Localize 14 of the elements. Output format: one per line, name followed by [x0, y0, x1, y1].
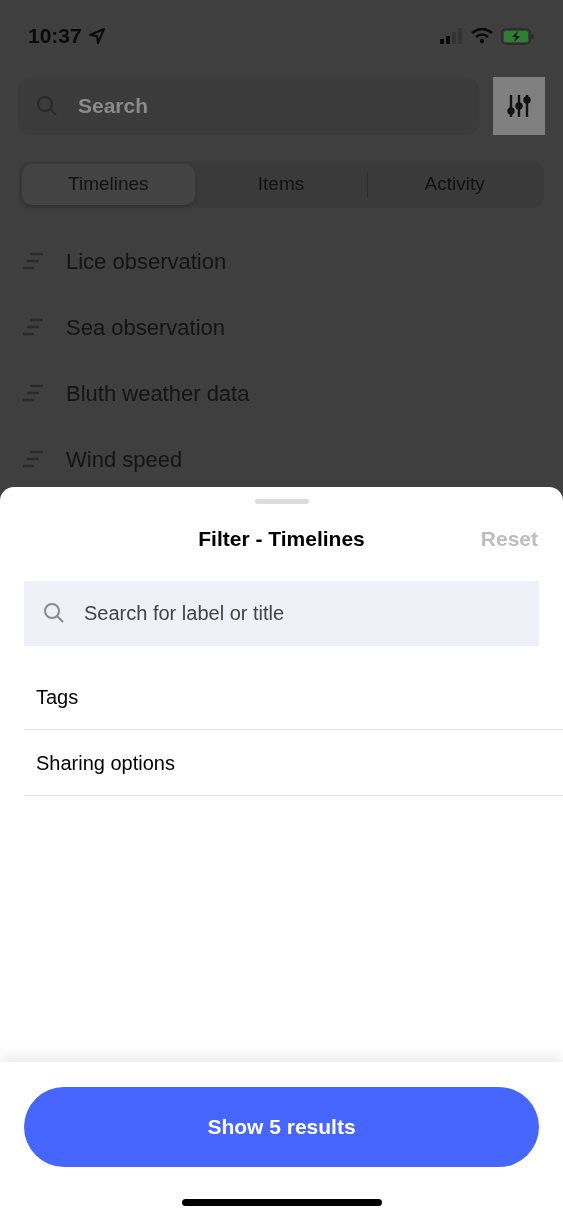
wifi-icon [471, 28, 493, 44]
sliders-icon [506, 93, 532, 119]
filter-option[interactable]: Sharing options [36, 747, 175, 778]
sheet-search-field[interactable]: Search for label or title [24, 581, 539, 646]
drag-handle[interactable] [254, 499, 309, 504]
filter-option[interactable]: Tags [36, 681, 79, 712]
search-icon [42, 601, 66, 625]
battery-icon [501, 27, 535, 45]
sheet-title: Filter - Timelines [198, 526, 365, 553]
search-field[interactable]: Search [18, 77, 479, 135]
filter-button[interactable] [493, 77, 545, 135]
show-results-button[interactable]: Show 5 results [24, 1087, 539, 1167]
location-arrow-icon [87, 27, 106, 45]
signal-icon [439, 28, 463, 44]
